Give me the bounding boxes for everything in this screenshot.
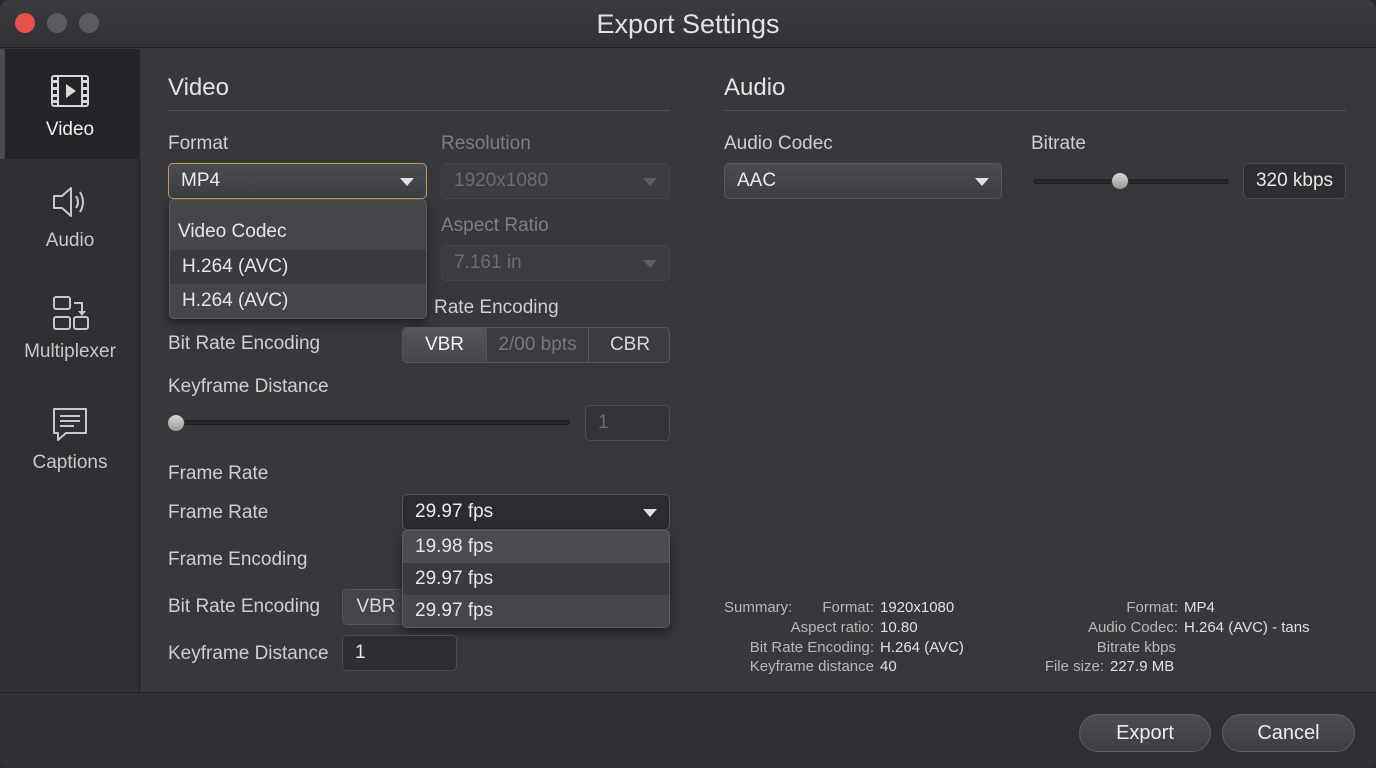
sidebar-item-label: Audio	[45, 230, 95, 251]
frame-rate-label: Frame Rate	[168, 502, 269, 523]
audio-section-divider	[724, 110, 1346, 111]
sidebar: Video Audio Multiplexer Captions	[0, 49, 140, 692]
summary-key: File size:	[1044, 658, 1104, 675]
format-select[interactable]: MP4	[168, 163, 427, 199]
aspect-ratio-value: 7.161 in	[454, 252, 522, 273]
chevron-down-icon	[643, 509, 657, 517]
aspect-ratio-label: Aspect Ratio	[441, 215, 549, 236]
cancel-button[interactable]: Cancel	[1222, 714, 1355, 752]
keyframe-slider-thumb[interactable]	[167, 414, 185, 432]
summary-key: Audio Codec:	[1087, 619, 1178, 636]
audio-codec-label: Audio Codec	[724, 133, 833, 154]
audio-bitrate-label: Bitrate	[1031, 133, 1086, 154]
dropdown-option[interactable]: 29.97 fps	[403, 595, 669, 627]
summary-key: Keyframe distance	[749, 658, 874, 675]
sidebar-item-label: Multiplexer	[24, 341, 116, 362]
keyframe-distance-label: Keyframe Distance	[168, 376, 329, 397]
bitrate-encoding-2-select[interactable]: VBR	[342, 589, 410, 625]
frame-rate-select[interactable]: 29.97 fps	[402, 494, 670, 530]
bitrate-encoding-2-label: Bit Rate Encoding	[168, 596, 321, 617]
summary-value: MP4	[1184, 599, 1215, 616]
format-select-value: MP4	[181, 170, 221, 191]
video-section-divider	[168, 110, 670, 111]
multiplexer-icon	[53, 296, 89, 330]
video-section-title: Video	[168, 74, 229, 101]
segment-cbr[interactable]: CBR	[589, 328, 669, 362]
summary-key: Bitrate kbps	[1096, 639, 1176, 656]
summary-value: 1920x1080	[880, 599, 955, 616]
title-bar: Export Settings	[0, 0, 1376, 48]
keyframe-distance-2-label: Keyframe Distance	[168, 643, 329, 664]
audio-codec-select[interactable]: AAC	[724, 163, 1002, 199]
frame-rate-value: 29.97 fps	[415, 501, 494, 522]
chevron-down-icon	[400, 178, 414, 186]
resolution-select[interactable]: 1920x1080	[441, 163, 670, 199]
sidebar-item-multiplexer[interactable]: Multiplexer	[0, 271, 140, 381]
dropdown-option[interactable]: H.264 (AVC)	[170, 250, 426, 284]
segment-vbr[interactable]: VBR	[403, 328, 487, 362]
sidebar-item-label: Captions	[32, 452, 108, 473]
summary-value: 10.80	[880, 619, 918, 636]
format-label: Format	[168, 133, 229, 154]
keyframe-distance-field[interactable]: 1	[585, 405, 670, 441]
frame-rate-dropdown-menu: 19.98 fps 29.97 fps 29.97 fps	[402, 530, 670, 628]
frame-encoding-label: Frame Encoding	[168, 549, 308, 570]
dropdown-option[interactable]: 19.98 fps	[403, 531, 669, 563]
chevron-down-icon	[643, 178, 657, 186]
bitrate-encoding-segmented: VBR 2/00 bpts CBR	[402, 327, 670, 363]
export-button[interactable]: Export	[1079, 714, 1211, 752]
format-dropdown-menu: Video Codec H.264 (AVC) H.264 (AVC)	[169, 199, 427, 319]
dropdown-option[interactable]: 29.97 fps	[403, 563, 669, 595]
keyframe-distance-2-field[interactable]: 1	[342, 635, 457, 671]
captions-icon	[53, 408, 87, 441]
summary-key: Format:	[822, 599, 874, 616]
speaker-icon	[53, 187, 84, 217]
summary-key: Format:	[1126, 599, 1178, 616]
summary-key: Aspect ratio:	[790, 619, 874, 636]
audio-bitrate-slider-track[interactable]	[1033, 179, 1229, 184]
window-title: Export Settings	[596, 9, 780, 39]
bitrate-encoding-label: Bit Rate Encoding	[168, 333, 321, 354]
chevron-down-icon	[975, 178, 989, 186]
summary-value: H.264 (AVC)	[880, 639, 964, 656]
keyframe-slider-track[interactable]	[170, 420, 570, 425]
summary-value: 227.9 MB	[1110, 658, 1175, 675]
sidebar-item-video[interactable]: Video	[0, 49, 140, 159]
summary-value: 40	[880, 658, 897, 675]
bitrate-encoding-2-value: VBR	[343, 590, 409, 624]
sidebar-item-captions[interactable]: Captions	[0, 382, 140, 492]
summary-key: Bit Rate Encoding:	[749, 639, 874, 656]
frame-rate-group-title: Frame Rate	[168, 463, 269, 484]
segment-bitrate[interactable]: 2/00 bpts	[487, 328, 589, 362]
sidebar-item-audio[interactable]: Audio	[0, 160, 140, 270]
sidebar-item-label: Video	[45, 119, 95, 140]
audio-bitrate-field[interactable]: 320 kbps	[1243, 163, 1346, 199]
dialog-footer: Export Cancel	[0, 692, 1376, 768]
audio-section-title: Audio	[724, 74, 786, 101]
resolution-select-value: 1920x1080	[454, 170, 549, 191]
resolution-label: Resolution	[441, 133, 531, 154]
chevron-down-icon	[643, 260, 657, 268]
summary-value: H.264 (AVC) - tans	[1184, 619, 1310, 636]
audio-codec-value: AAC	[737, 170, 777, 191]
dropdown-option[interactable]: H.264 (AVC)	[170, 284, 426, 318]
film-icon	[51, 75, 89, 107]
rate-encoding-label: Rate Encoding	[434, 297, 559, 318]
export-settings-window: Export Settings Video Audio Multiplexer …	[0, 0, 1376, 768]
dropdown-header: Video Codec	[178, 221, 287, 242]
aspect-ratio-select[interactable]: 7.161 in	[441, 245, 670, 281]
